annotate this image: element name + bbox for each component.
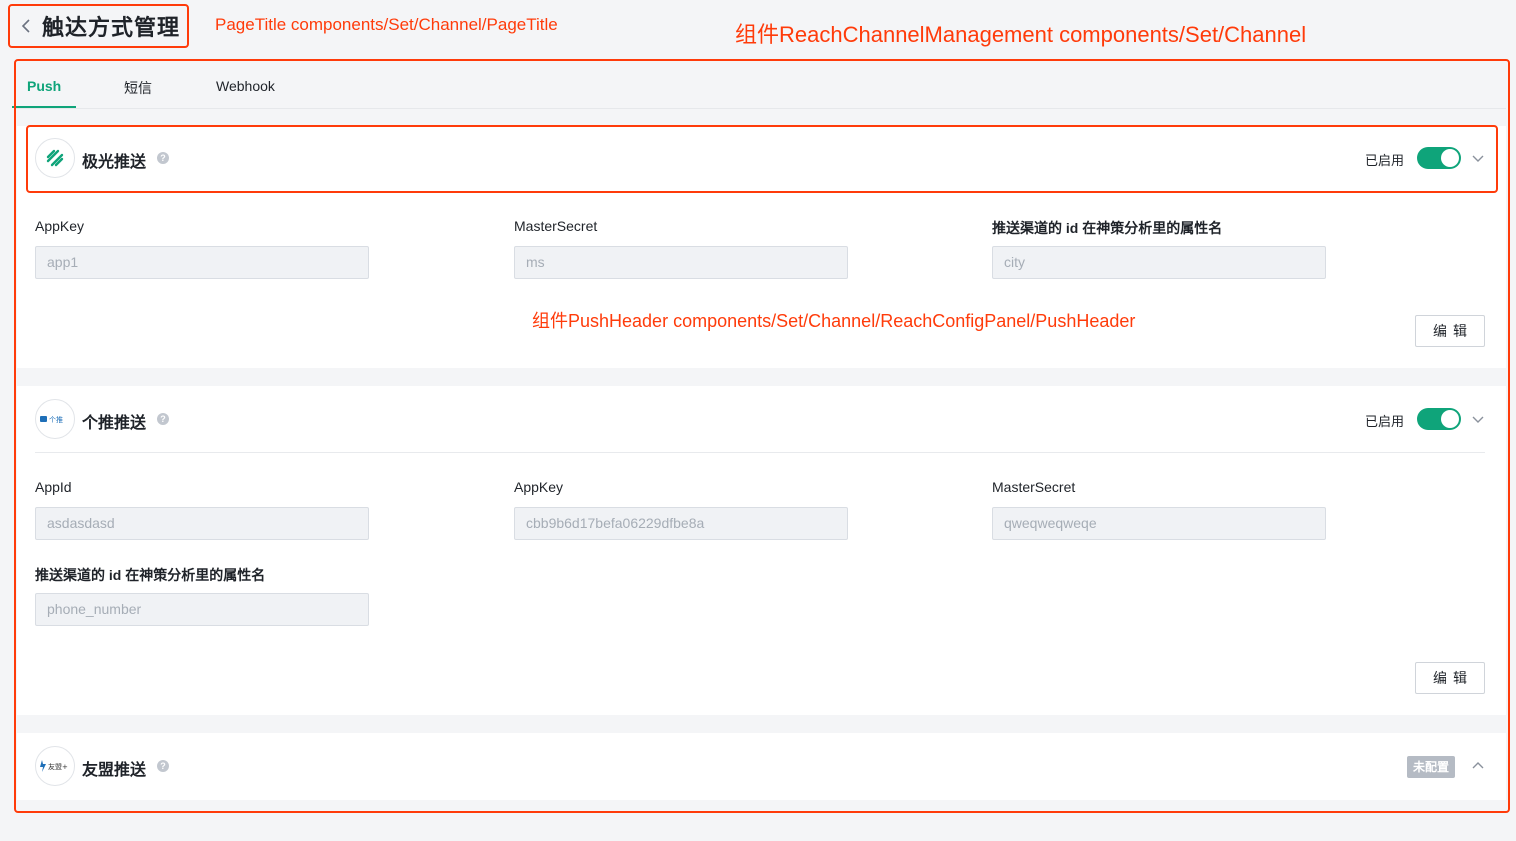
page-title: 触达方式管理 — [42, 15, 181, 40]
chevron-left-icon — [21, 19, 30, 33]
page-title-box: 触达方式管理 — [8, 4, 189, 48]
annotation-channel-component: 组件ReachChannelManagement components/Set/… — [735, 22, 1307, 47]
annotation-channel-outline — [14, 59, 1510, 813]
annotation-page-title: PageTitle components/Set/Channel/PageTit… — [215, 15, 558, 34]
back-button[interactable] — [14, 6, 38, 46]
